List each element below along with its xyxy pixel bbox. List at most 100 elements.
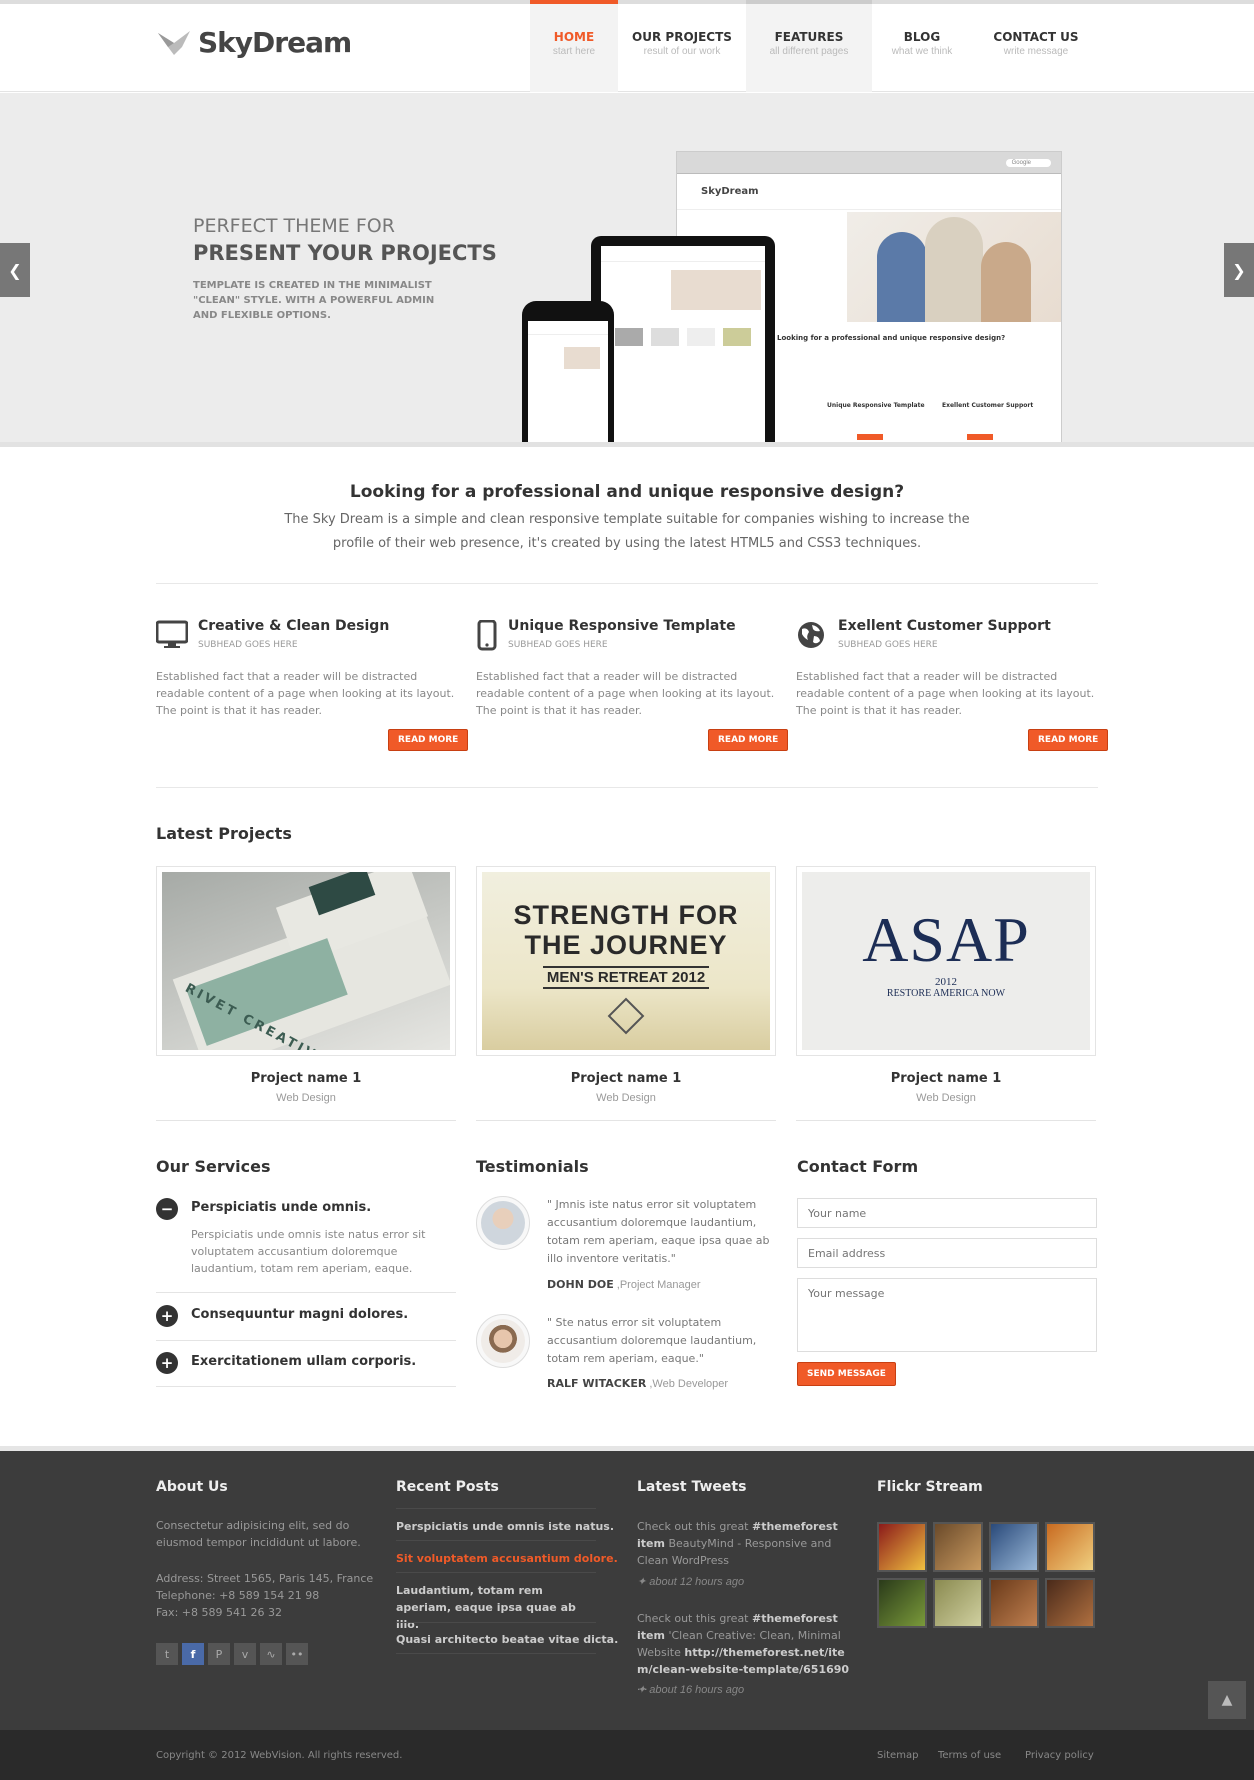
monitor-icon — [155, 620, 189, 650]
project-thumbnail[interactable]: RIVET CREATIVE GROUP — [156, 866, 456, 1056]
twitter-icon[interactable]: t — [156, 1643, 178, 1665]
project-thumbnail[interactable]: ASAP 2012 RESTORE AMERICA NOW — [796, 866, 1096, 1056]
divider — [156, 583, 1098, 584]
send-message-button[interactable]: SEND MESSAGE — [797, 1362, 896, 1386]
mockup-feature: Exellent Customer Support — [942, 402, 1034, 409]
logo[interactable]: SkyDream — [156, 26, 352, 59]
avatar — [476, 1314, 530, 1368]
nav-our-projects[interactable]: OUR PROJECTS result of our work — [622, 0, 742, 92]
flickr-thumbnail[interactable] — [877, 1522, 927, 1572]
mockup-tablet — [591, 236, 775, 442]
read-more-button[interactable]: READ MORE — [708, 729, 789, 751]
plus-icon[interactable]: + — [156, 1352, 178, 1374]
mockup-search: Google — [1005, 158, 1051, 167]
project-image-text: 2012 — [935, 976, 957, 988]
read-more-button[interactable]: READ MORE — [1028, 729, 1109, 751]
nav-sublabel: all different pages — [769, 46, 849, 57]
nav-sublabel: write message — [1003, 46, 1069, 57]
nav-blog[interactable]: BLOG what we think — [876, 0, 968, 92]
divider — [396, 1540, 596, 1541]
project-card[interactable]: ASAP 2012 RESTORE AMERICA NOW Project na… — [796, 866, 1096, 1104]
service-label[interactable]: Consequuntur magni dolores. — [191, 1307, 408, 1322]
project-name[interactable]: Project name 1 — [476, 1071, 776, 1086]
flickr-thumbnail[interactable] — [1045, 1522, 1095, 1572]
nav-label: OUR PROJECTS — [632, 30, 732, 44]
service-item-open[interactable]: − Perspiciatis unde omnis. Perspiciatis … — [156, 1198, 456, 1290]
mobile-phone-icon — [476, 619, 506, 651]
minus-icon[interactable]: − — [156, 1198, 178, 1220]
bird-icon: ✦ — [637, 1684, 650, 1696]
footer-link-sitemap[interactable]: Sitemap — [877, 1747, 918, 1764]
divider — [156, 1386, 456, 1387]
project-image-text: STRENGTH FOR — [513, 900, 739, 930]
tweet-text: BeautyMind - Responsive and Clean WordPr… — [637, 1537, 832, 1567]
service-label[interactable]: Exercitationem ullam corporis. — [191, 1354, 416, 1369]
read-more-button[interactable]: READ MORE — [388, 729, 469, 751]
flickr-icon[interactable]: •• — [286, 1643, 308, 1665]
plus-icon[interactable]: + — [156, 1305, 178, 1327]
footer-link-terms[interactable]: Terms of use — [938, 1747, 1001, 1764]
mockup-team-photo — [847, 212, 1061, 322]
recent-post-link[interactable]: Quasi architecto beatae vitae dicta. — [396, 1631, 618, 1648]
latest-projects-title: Latest Projects — [156, 824, 292, 843]
feature-subhead: SUBHEAD GOES HERE — [508, 640, 608, 650]
recent-post-link[interactable]: Laudantium, totam rem aperiam, eaque ips… — [396, 1582, 591, 1633]
facebook-icon[interactable]: f — [182, 1643, 204, 1665]
message-field[interactable] — [797, 1278, 1097, 1352]
pinterest-icon[interactable]: P — [208, 1643, 230, 1665]
contact-form-title: Contact Form — [797, 1157, 919, 1176]
service-item[interactable]: + Exercitationem ullam corporis. — [156, 1352, 456, 1376]
divider — [156, 1120, 456, 1121]
feature-title: Unique Responsive Template — [508, 618, 736, 634]
nav-contact-us[interactable]: CONTACT US write message — [980, 0, 1092, 92]
slider-next-button[interactable]: ❯ — [1224, 243, 1254, 297]
project-thumbnail[interactable]: STRENGTH FOR THE JOURNEY MEN'S RETREAT 2… — [476, 866, 776, 1056]
hero-slider: ❮ ❯ PERFECT THEME FOR PRESENT YOUR PROJE… — [0, 93, 1254, 447]
nav-home[interactable]: HOME start here — [530, 0, 618, 92]
footer-address: Address: Street 1565, Paris 145, France — [156, 1572, 374, 1585]
name-field[interactable] — [797, 1198, 1097, 1228]
flickr-thumbnail[interactable] — [933, 1522, 983, 1572]
slider-prev-button[interactable]: ❮ — [0, 243, 30, 297]
recent-post-link[interactable]: Sit voluptatem accusantium dolore. — [396, 1550, 618, 1567]
email-field[interactable] — [797, 1238, 1097, 1268]
nav-sublabel: start here — [552, 46, 596, 57]
tweet-time: ✦ about 12 hours ago — [637, 1575, 744, 1588]
nav-label: BLOG — [903, 30, 941, 44]
footer-fax: Fax: +8 589 541 26 32 — [156, 1606, 282, 1619]
logo-text: SkyDream — [198, 26, 352, 59]
recent-post-link[interactable]: Perspiciatis unde omnis iste natus. — [396, 1518, 614, 1535]
project-name[interactable]: Project name 1 — [156, 1071, 456, 1086]
chevron-left-icon: ❮ — [8, 260, 22, 280]
flickr-thumbnail[interactable] — [877, 1578, 927, 1628]
flickr-thumbnail[interactable] — [989, 1522, 1039, 1572]
author-role: ,Project Manager — [613, 1279, 701, 1291]
testimonials-title: Testimonials — [476, 1157, 589, 1176]
project-image-text: THE JOURNEY — [524, 930, 728, 960]
nav-features[interactable]: FEATURES all different pages — [746, 0, 872, 92]
flickr-thumbnail[interactable] — [933, 1578, 983, 1628]
rss-icon[interactable]: ∿ — [260, 1643, 282, 1665]
flickr-thumbnail[interactable] — [989, 1578, 1039, 1628]
project-image-text: ASAP — [862, 904, 1030, 975]
project-card[interactable]: RIVET CREATIVE GROUP Project name 1 Web … — [156, 866, 456, 1104]
hero-description: TEMPLATE IS CREATED IN THE MINIMALIST "C… — [193, 280, 435, 321]
service-item[interactable]: + Consequuntur magni dolores. — [156, 1305, 456, 1329]
back-to-top-button[interactable]: ▲ — [1208, 1681, 1246, 1719]
footer-link-privacy[interactable]: Privacy policy — [1025, 1747, 1094, 1764]
divider — [156, 787, 1098, 788]
feature-customer-support: Exellent Customer Support SUBHEAD GOES H… — [796, 618, 1096, 719]
testimonial-quote: " Ste natus error sit voluptatem accusan… — [547, 1316, 757, 1365]
services-title: Our Services — [156, 1157, 271, 1176]
flickr-thumbnail[interactable] — [1045, 1578, 1095, 1628]
divider — [396, 1622, 596, 1623]
service-label[interactable]: Perspiciatis unde omnis. — [191, 1200, 371, 1215]
vimeo-icon[interactable]: v — [234, 1643, 256, 1665]
nav-sublabel: result of our work — [643, 46, 721, 57]
project-name[interactable]: Project name 1 — [796, 1071, 1096, 1086]
hero-subtitle: PERFECT THEME FOR — [193, 215, 395, 237]
project-card[interactable]: STRENGTH FOR THE JOURNEY MEN'S RETREAT 2… — [476, 866, 776, 1104]
feature-title: Exellent Customer Support — [838, 618, 1051, 634]
copyright: Copyright © 2012 WebVision. All rights r… — [156, 1750, 403, 1761]
bird-icon: ✦ — [637, 1576, 650, 1588]
